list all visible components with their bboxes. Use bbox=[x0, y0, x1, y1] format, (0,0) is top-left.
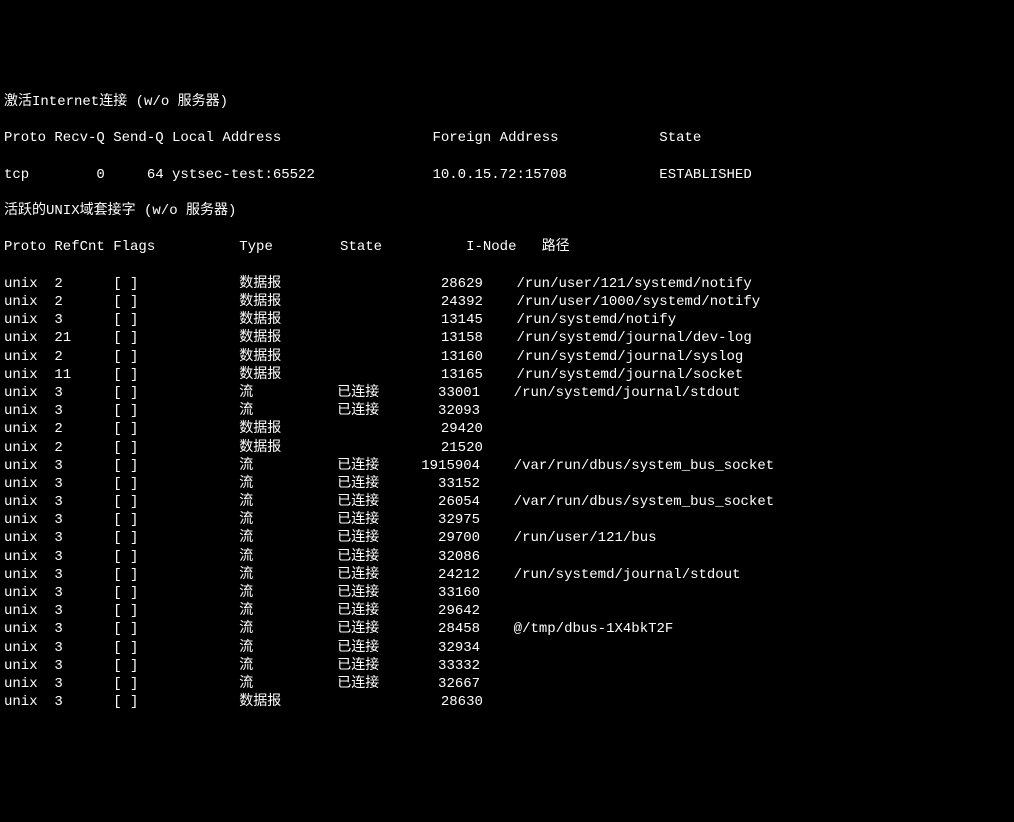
unix-row: unix 3 [ ] 流 已连接 32934 bbox=[4, 639, 1010, 657]
unix-row: unix 2 [ ] 数据报 24392 /run/user/1000/syst… bbox=[4, 293, 1010, 311]
unix-row: unix 3 [ ] 流 已连接 33332 bbox=[4, 657, 1010, 675]
unix-row: unix 3 [ ] 流 已连接 32667 bbox=[4, 675, 1010, 693]
unix-row: unix 3 [ ] 流 已连接 29700 /run/user/121/bus bbox=[4, 529, 1010, 547]
unix-row: unix 3 [ ] 流 已连接 32093 bbox=[4, 402, 1010, 420]
unix-row: unix 3 [ ] 流 已连接 28458 @/tmp/dbus-1X4bkT… bbox=[4, 620, 1010, 638]
unix-row: unix 3 [ ] 流 已连接 29642 bbox=[4, 602, 1010, 620]
unix-row: unix 3 [ ] 流 已连接 32086 bbox=[4, 548, 1010, 566]
unix-row: unix 3 [ ] 流 已连接 24212 /run/systemd/jour… bbox=[4, 566, 1010, 584]
unix-row: unix 11 [ ] 数据报 13165 /run/systemd/journ… bbox=[4, 366, 1010, 384]
unix-row: unix 2 [ ] 数据报 28629 /run/user/121/syste… bbox=[4, 275, 1010, 293]
unix-row: unix 3 [ ] 流 已连接 33160 bbox=[4, 584, 1010, 602]
terminal-output: 激活Internet连接 (w/o 服务器) Proto Recv-Q Send… bbox=[0, 73, 1014, 732]
section1-title: 激活Internet连接 (w/o 服务器) bbox=[4, 93, 1010, 111]
unix-row: unix 2 [ ] 数据报 21520 bbox=[4, 439, 1010, 457]
unix-row: unix 2 [ ] 数据报 29420 bbox=[4, 420, 1010, 438]
unix-row: unix 3 [ ] 数据报 13145 /run/systemd/notify bbox=[4, 311, 1010, 329]
unix-row: unix 21 [ ] 数据报 13158 /run/systemd/journ… bbox=[4, 329, 1010, 347]
unix-row: unix 3 [ ] 流 已连接 1915904 /var/run/dbus/s… bbox=[4, 457, 1010, 475]
section2-header: Proto RefCnt Flags Type State I-Node 路径 bbox=[4, 238, 1010, 256]
unix-row: unix 3 [ ] 流 已连接 33152 bbox=[4, 475, 1010, 493]
section1-header: Proto Recv-Q Send-Q Local Address Foreig… bbox=[4, 129, 1010, 147]
inet-row: tcp 0 64 ystsec-test:65522 10.0.15.72:15… bbox=[4, 166, 1010, 184]
unix-row: unix 3 [ ] 流 已连接 26054 /var/run/dbus/sys… bbox=[4, 493, 1010, 511]
unix-row: unix 3 [ ] 流 已连接 32975 bbox=[4, 511, 1010, 529]
unix-row: unix 2 [ ] 数据报 13160 /run/systemd/journa… bbox=[4, 348, 1010, 366]
unix-row: unix 3 [ ] 数据报 28630 bbox=[4, 693, 1010, 711]
section2-title: 活跃的UNIX域套接字 (w/o 服务器) bbox=[4, 202, 1010, 220]
unix-row: unix 3 [ ] 流 已连接 33001 /run/systemd/jour… bbox=[4, 384, 1010, 402]
